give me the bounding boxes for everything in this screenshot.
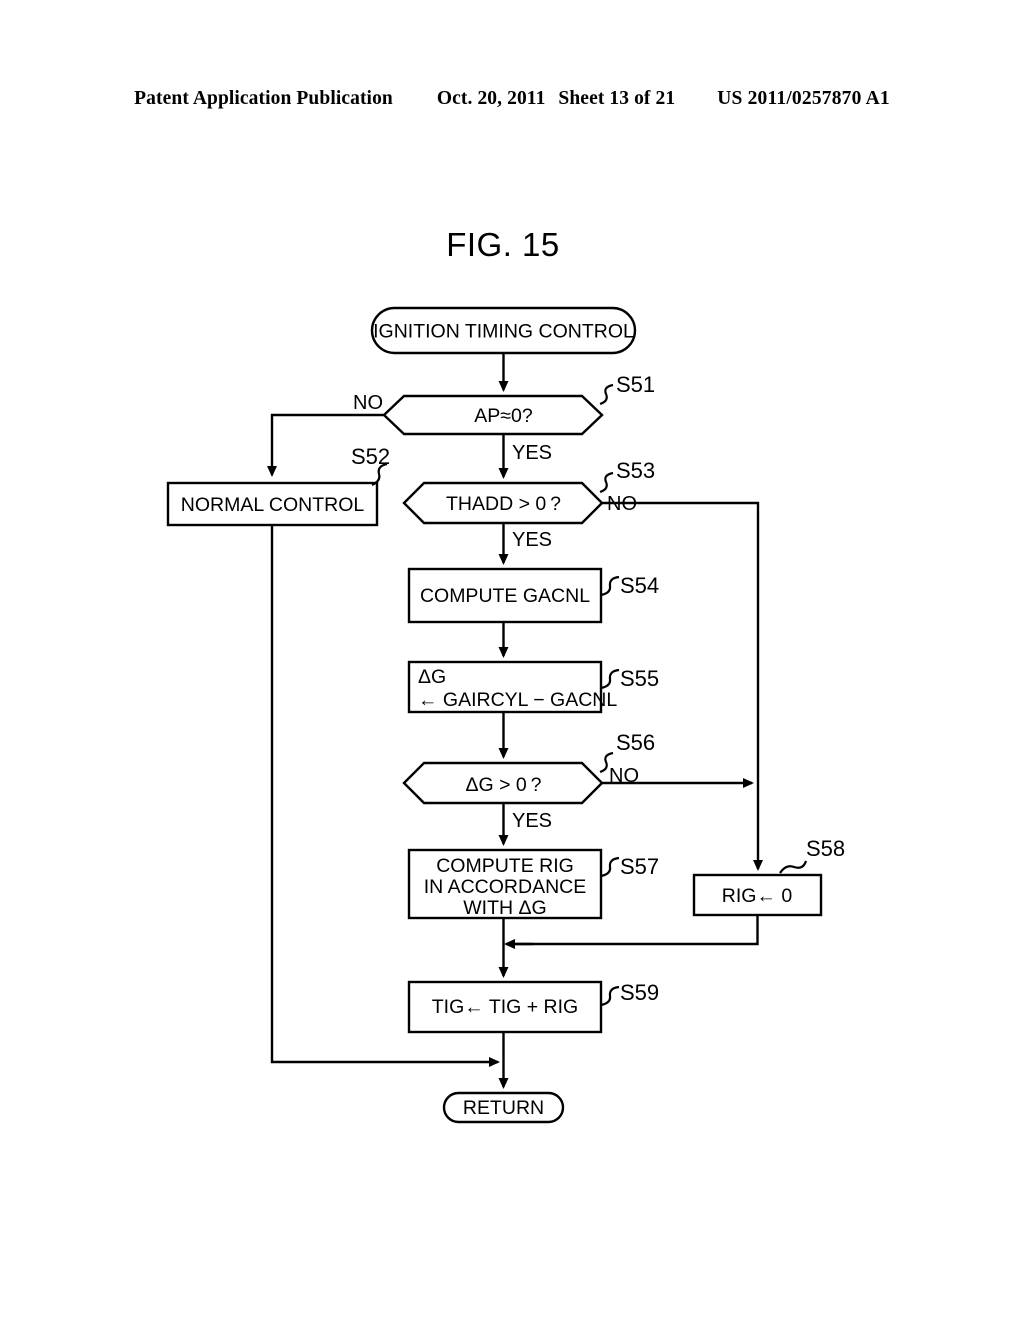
leader-s57 xyxy=(600,856,620,878)
process-s59-label: TIG← TIG + RIG xyxy=(432,996,578,1018)
process-s57-line1: COMPUTE RIG xyxy=(436,855,574,877)
step-label-s52: S52 xyxy=(351,444,390,469)
step-label-s57: S57 xyxy=(620,854,659,879)
step-label-s53: S53 xyxy=(616,458,655,483)
process-s57-line2: IN ACCORDANCE xyxy=(424,876,587,898)
branch-label-s51-no: NO xyxy=(353,392,383,414)
step-label-s51: S51 xyxy=(616,372,655,397)
leader-s59 xyxy=(600,985,620,1007)
process-s55-line1: ΔG xyxy=(418,666,446,688)
leader-s54 xyxy=(600,575,620,597)
leader-s58 xyxy=(779,860,808,874)
process-s52-label: NORMAL CONTROL xyxy=(181,494,365,516)
figure-title: FIG. 15 xyxy=(446,226,560,263)
decision-s56-label: ΔG > 0 ? xyxy=(465,774,541,796)
branch-label-s53-yes: YES xyxy=(512,529,552,551)
flowchart-figure: FIG. 15 IGNITION TIMING CONTROL AP≈0? S5… xyxy=(166,226,845,1124)
patent-page: Patent Application Publication Oct. 20, … xyxy=(0,0,1024,1320)
branch-label-s51-yes: YES xyxy=(512,442,552,464)
leader-s55 xyxy=(600,668,620,690)
process-s57-line3: WITH ΔG xyxy=(463,897,546,919)
step-label-s59: S59 xyxy=(620,980,659,1005)
branch-label-s56-yes: YES xyxy=(512,810,552,832)
process-s54-label: COMPUTE GACNL xyxy=(420,585,590,607)
step-label-s54: S54 xyxy=(620,573,659,598)
decision-s51-label: AP≈0? xyxy=(474,405,533,427)
step-label-s55: S55 xyxy=(620,666,659,691)
step-label-s58: S58 xyxy=(806,836,845,861)
start-terminal-label: IGNITION TIMING CONTROL xyxy=(373,321,634,343)
return-terminal-label: RETURN xyxy=(463,1097,544,1119)
step-label-s56: S56 xyxy=(616,730,655,755)
leader-s53 xyxy=(599,471,614,494)
flow-s58-to-main-join xyxy=(509,915,759,946)
process-s58-label: RIG← 0 xyxy=(722,885,793,907)
decision-s53-label: THADD > 0 ? xyxy=(446,493,561,515)
process-s55-line2: ← GAIRCYL − GACNL xyxy=(418,689,617,711)
leader-s51 xyxy=(599,383,614,406)
